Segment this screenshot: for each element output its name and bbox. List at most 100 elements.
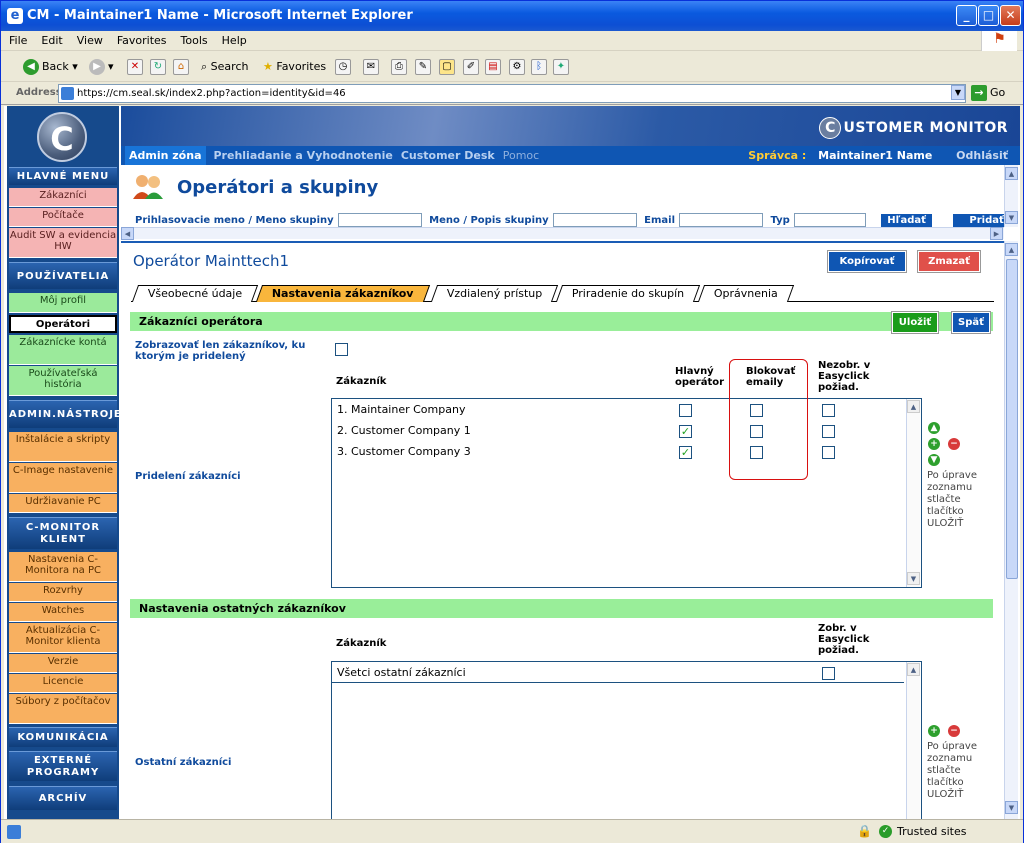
list-item[interactable]: Všetci ostatní zákazníci <box>337 666 466 679</box>
list-vscroll[interactable]: ▲ <box>906 662 920 819</box>
research-icon[interactable]: ✐ <box>463 59 479 75</box>
filter-type-select[interactable] <box>793 213 866 227</box>
tab-customer-settings[interactable]: Nastavenia zákazníkov <box>255 285 430 302</box>
show-easyclick-checkbox[interactable] <box>822 667 835 680</box>
add-operator-button[interactable]: Pridať operát <box>953 214 1004 227</box>
sidebar-head-archive[interactable]: ARCHÍV <box>9 786 117 810</box>
scroll-left-icon[interactable]: ◀ <box>121 227 134 240</box>
copy-button[interactable]: Kopírovať <box>827 250 907 273</box>
sidebar-item-customers[interactable]: Zákazníci <box>9 188 117 207</box>
scroll-thumb[interactable] <box>1006 259 1018 579</box>
sidebar-item-installations[interactable]: Inštalácie a skripty <box>9 432 117 462</box>
forward-button[interactable]: ▶ ▾ <box>89 57 114 77</box>
remove-icon[interactable]: − <box>948 725 960 737</box>
header-vscroll[interactable]: ▲ ▼ <box>1004 165 1018 227</box>
sidebar-item-watches[interactable]: Watches <box>9 603 117 622</box>
home-icon[interactable]: ⌂ <box>173 59 189 75</box>
scroll-down-icon[interactable]: ▼ <box>1005 801 1018 814</box>
c-logo[interactable]: C <box>37 112 87 162</box>
tab-permissions[interactable]: Oprávnenia <box>697 285 795 302</box>
hide-easyclick-checkbox[interactable] <box>822 404 835 417</box>
move-down-icon[interactable]: ▼ <box>928 454 940 466</box>
tools-icon[interactable]: ⚙ <box>509 59 525 75</box>
discuss-icon[interactable]: ▢ <box>439 59 455 75</box>
back-button[interactable]: ◀ Back ▾ <box>23 57 78 77</box>
sidebar-item-user-history[interactable]: Používateľská história <box>9 366 117 396</box>
search-button-page[interactable]: Hľadať <box>881 214 932 227</box>
sidebar-item-computers[interactable]: Počítače <box>9 208 117 227</box>
save-button[interactable]: Uložiť <box>891 311 939 334</box>
scroll-up-icon[interactable]: ▲ <box>1005 167 1018 180</box>
tab-general[interactable]: Všeobecné údaje <box>131 285 259 302</box>
delete-button[interactable]: Zmazať <box>917 250 981 273</box>
sidebar-head-admin-tools[interactable]: ADMIN.NÁSTROJE <box>9 400 121 428</box>
list-item[interactable]: 1. Maintainer Company <box>337 403 465 416</box>
sidebar-item-pc-files[interactable]: Súbory z počítačov <box>9 694 117 724</box>
go-button[interactable]: → Go <box>971 85 1005 101</box>
logout-link[interactable]: Odhlásiť <box>956 149 1008 162</box>
hide-easyclick-checkbox[interactable] <box>822 425 835 438</box>
assigned-customers-list[interactable]: 1. Maintainer Company 2. Customer Compan… <box>331 398 922 588</box>
sidebar-item-licenses[interactable]: Licencie <box>9 674 117 693</box>
mail-icon[interactable]: ✉ <box>363 59 379 75</box>
show-only-checkbox[interactable] <box>335 343 348 356</box>
sidebar-item-operators[interactable]: Operátori <box>9 315 117 333</box>
add-icon[interactable]: + <box>928 725 940 737</box>
menu-file[interactable]: File <box>1 31 33 47</box>
sidebar-head-communication[interactable]: KOMUNIKÁCIA <box>9 727 117 747</box>
history-icon[interactable]: ◷ <box>335 59 351 75</box>
menu-help[interactable]: Help <box>214 31 253 47</box>
edit-icon[interactable]: ✎ <box>415 59 431 75</box>
back-button-page[interactable]: Späť <box>951 311 991 334</box>
menu-edit[interactable]: Edit <box>33 31 68 47</box>
print-icon[interactable]: ⎙ <box>391 59 407 75</box>
other-customers-list[interactable]: Všetci ostatní zákazníci ▲ <box>331 661 922 819</box>
scroll-down-icon[interactable]: ▼ <box>1005 211 1018 224</box>
scroll-up-icon[interactable]: ▲ <box>907 663 920 676</box>
main-operator-checkbox[interactable]: ✓ <box>679 446 692 459</box>
menu-favorites[interactable]: Favorites <box>109 31 173 47</box>
sidebar-head-cmonitor-client[interactable]: C-MONITOR KLIENT <box>9 517 117 549</box>
scroll-up-icon[interactable]: ▲ <box>1005 243 1018 256</box>
list-vscroll[interactable]: ▲ ▼ <box>906 399 920 587</box>
nav-customer-desk[interactable]: Customer Desk <box>401 149 495 162</box>
sidebar-item-pc-maintenance[interactable]: Udržiavanie PC <box>9 494 117 513</box>
stop-icon[interactable]: ✕ <box>127 59 143 75</box>
sidebar-item-cmonitor-update[interactable]: Aktualizácia C-Monitor klienta <box>9 623 117 653</box>
scroll-down-icon[interactable]: ▼ <box>907 572 920 585</box>
sidebar-item-cimage[interactable]: C-Image nastavenie <box>9 463 117 493</box>
main-operator-checkbox[interactable] <box>679 404 692 417</box>
list-item[interactable]: 2. Customer Company 1 <box>337 424 471 437</box>
sidebar-head-users[interactable]: POUŽÍVATELIA <box>9 262 117 289</box>
hide-easyclick-checkbox[interactable] <box>822 446 835 459</box>
sidebar-item-my-profile[interactable]: Môj profil <box>9 293 117 313</box>
scroll-right-icon[interactable]: ▶ <box>990 227 1003 240</box>
scroll-up-icon[interactable]: ▲ <box>907 400 920 413</box>
bluetooth-icon[interactable]: ᛒ <box>531 59 547 75</box>
sidebar-item-schedules[interactable]: Rozvrhy <box>9 583 117 602</box>
maximize-button[interactable]: □ <box>978 5 999 26</box>
filter-email-input[interactable] <box>679 213 763 227</box>
address-field[interactable]: https://cm.seal.sk/index2.php?action=ide… <box>58 84 966 103</box>
sidebar-item-audit[interactable]: Audit SW a evidencia HW <box>9 228 117 258</box>
header-hscroll[interactable]: ◀ ▶ <box>121 227 1004 240</box>
main-operator-checkbox[interactable]: ✓ <box>679 425 692 438</box>
menu-tools[interactable]: Tools <box>173 31 214 47</box>
tab-group-assignment[interactable]: Priradenie do skupín <box>555 285 701 302</box>
addon-icon[interactable]: ✦ <box>553 59 569 75</box>
main-vscroll[interactable]: ▲ ▼ <box>1004 241 1018 819</box>
sidebar-head-external-programs[interactable]: EXTERNÉ PROGRAMY <box>9 751 117 781</box>
nav-help[interactable]: Pomoc <box>503 149 539 162</box>
move-up-icon[interactable]: ▲ <box>928 422 940 434</box>
add-icon[interactable]: + <box>928 438 940 450</box>
refresh-icon[interactable]: ↻ <box>150 59 166 75</box>
filter-name-input[interactable] <box>552 213 637 227</box>
filter-login-input[interactable] <box>337 213 422 227</box>
close-button[interactable]: ✕ <box>1000 5 1021 26</box>
address-dropdown-icon[interactable]: ▼ <box>951 85 965 100</box>
sidebar-head-main[interactable]: HLAVNÉ MENU <box>9 167 117 185</box>
list-item[interactable]: 3. Customer Company 3 <box>337 445 471 458</box>
sidebar-item-versions[interactable]: Verzie <box>9 654 117 673</box>
remove-icon[interactable]: − <box>948 438 960 450</box>
menu-view[interactable]: View <box>69 31 109 47</box>
